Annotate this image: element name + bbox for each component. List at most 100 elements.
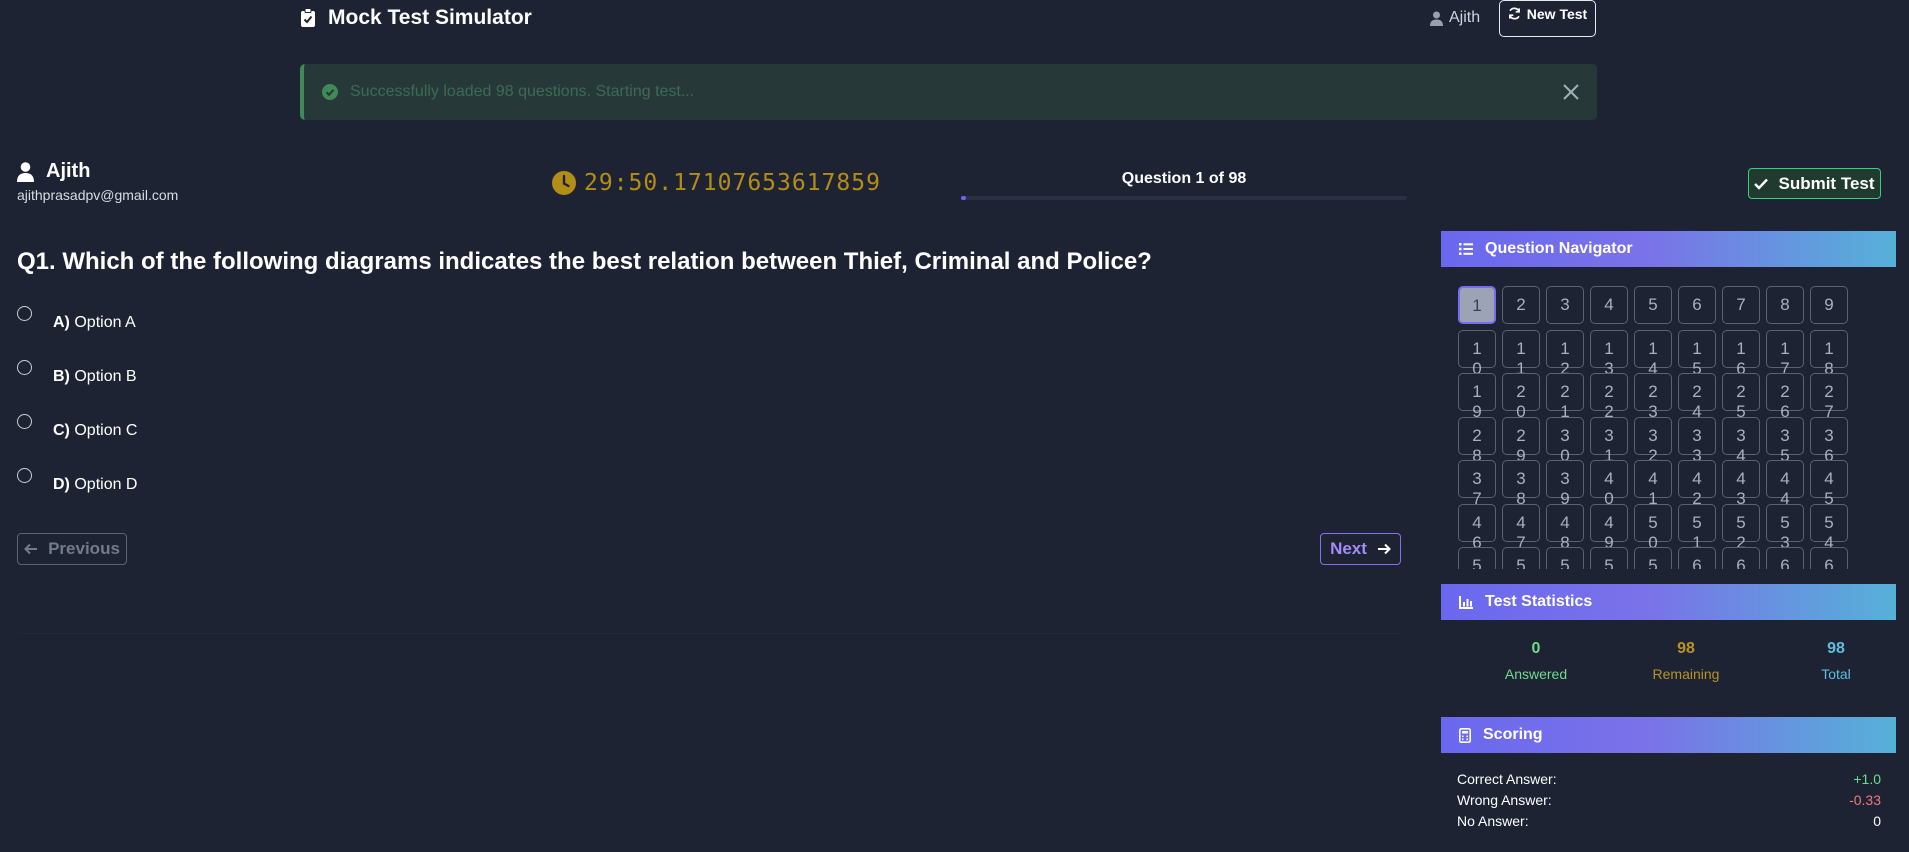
question-nav-button[interactable]: 15 bbox=[1678, 329, 1716, 378]
question-nav-button[interactable]: 21 bbox=[1546, 373, 1584, 421]
question-nav-button[interactable]: 51 bbox=[1678, 503, 1716, 552]
previous-button[interactable]: Previous bbox=[17, 533, 127, 565]
divider bbox=[17, 633, 1401, 634]
question-nav-button[interactable]: 23 bbox=[1634, 373, 1672, 421]
question-nav-button[interactable]: 25 bbox=[1722, 373, 1760, 421]
scoring-title: Scoring bbox=[1483, 726, 1543, 743]
submit-test-button[interactable]: Submit Test bbox=[1748, 168, 1881, 199]
question-nav-button[interactable]: 37 bbox=[1458, 460, 1496, 508]
option-item[interactable]: C) Option C bbox=[17, 408, 137, 462]
question-nav-button[interactable]: 47 bbox=[1502, 503, 1540, 552]
question-nav-button[interactable]: 61 bbox=[1722, 547, 1760, 569]
option-radio[interactable] bbox=[17, 360, 32, 375]
question-nav-button[interactable]: 2 bbox=[1502, 286, 1540, 324]
question-nav-button[interactable]: 29 bbox=[1502, 416, 1540, 465]
question-nav-button[interactable]: 45 bbox=[1810, 460, 1848, 508]
question-nav-button[interactable]: 11 bbox=[1502, 329, 1540, 378]
question-nav-number: 7 bbox=[1736, 295, 1746, 314]
stat-remaining: 98 Remaining bbox=[1611, 640, 1761, 682]
question-nav-button[interactable]: 56 bbox=[1502, 547, 1540, 569]
list-icon bbox=[1459, 243, 1473, 255]
question-nav-button[interactable]: 55 bbox=[1458, 547, 1496, 569]
user-name: Ajith bbox=[46, 160, 91, 182]
stat-value: 98 bbox=[1827, 640, 1845, 657]
close-icon[interactable] bbox=[1559, 80, 1583, 104]
question-nav-button[interactable]: 54 bbox=[1810, 503, 1848, 552]
question-nav-button[interactable]: 30 bbox=[1546, 416, 1584, 465]
scoring-label: No Answer: bbox=[1457, 813, 1529, 829]
question-nav-button[interactable]: 7 bbox=[1722, 286, 1760, 324]
question-nav-button[interactable]: 16 bbox=[1722, 329, 1760, 378]
question-nav-button[interactable]: 58 bbox=[1590, 547, 1628, 569]
question-nav-number: 62 bbox=[1780, 556, 1790, 569]
question-nav-button[interactable]: 43 bbox=[1722, 460, 1760, 508]
header-user: Ajith bbox=[1430, 9, 1480, 27]
question-nav-button[interactable]: 33 bbox=[1678, 416, 1716, 465]
new-test-button[interactable]: New Test bbox=[1499, 0, 1596, 37]
question-nav-button[interactable]: 42 bbox=[1678, 460, 1716, 508]
question-nav-button[interactable]: 9 bbox=[1810, 286, 1848, 324]
option-item[interactable]: B) Option B bbox=[17, 354, 137, 408]
question-nav-button[interactable]: 13 bbox=[1590, 329, 1628, 378]
question-nav-button[interactable]: 41 bbox=[1634, 460, 1672, 508]
question-nav-button[interactable]: 5 bbox=[1634, 286, 1672, 324]
question-nav-button[interactable]: 19 bbox=[1458, 373, 1496, 421]
option-radio[interactable] bbox=[17, 414, 32, 429]
question-nav-button[interactable]: 31 bbox=[1590, 416, 1628, 465]
question-nav-button[interactable]: 8 bbox=[1766, 286, 1804, 324]
option-radio[interactable] bbox=[17, 468, 32, 483]
question-nav-button[interactable]: 44 bbox=[1766, 460, 1804, 508]
brand: Mock Test Simulator bbox=[300, 6, 532, 30]
question-nav-button[interactable]: 57 bbox=[1546, 547, 1584, 569]
question-nav-number: 59 bbox=[1648, 556, 1658, 569]
question-nav-button[interactable]: 34 bbox=[1722, 416, 1760, 465]
option-radio[interactable] bbox=[17, 306, 32, 321]
next-button[interactable]: Next bbox=[1320, 533, 1401, 565]
timer: 29:50.17107653617859 bbox=[552, 170, 881, 196]
question-nav-button[interactable]: 14 bbox=[1634, 329, 1672, 378]
question-nav-button[interactable]: 27 bbox=[1810, 373, 1848, 421]
option-item[interactable]: D) Option D bbox=[17, 462, 137, 516]
question-nav-button[interactable]: 35 bbox=[1766, 416, 1804, 465]
question-nav-button[interactable]: 62 bbox=[1766, 547, 1804, 569]
question-nav-button[interactable]: 4 bbox=[1590, 286, 1628, 324]
question-nav-button[interactable]: 63 bbox=[1810, 547, 1848, 569]
question-nav-button[interactable]: 48 bbox=[1546, 503, 1584, 552]
question-nav-button[interactable]: 20 bbox=[1502, 373, 1540, 421]
question-nav-number: 61 bbox=[1736, 556, 1746, 569]
question-nav-button[interactable]: 26 bbox=[1766, 373, 1804, 421]
scoring-row: Correct Answer: +1.0 bbox=[1457, 771, 1881, 792]
question-nav-button[interactable]: 28 bbox=[1458, 416, 1496, 465]
question-nav-button[interactable]: 59 bbox=[1634, 547, 1672, 569]
question-nav-number: 4 bbox=[1604, 295, 1614, 314]
progress-fill bbox=[961, 196, 966, 200]
question-nav-button[interactable]: 17 bbox=[1766, 329, 1804, 378]
question-nav-button[interactable]: 1 bbox=[1458, 286, 1496, 324]
clipboard-check-icon bbox=[301, 8, 315, 27]
question-nav-number: 2 bbox=[1516, 295, 1526, 314]
option-item[interactable]: A) Option A bbox=[17, 300, 137, 354]
question-nav-button[interactable]: 40 bbox=[1590, 460, 1628, 508]
question-nav-button[interactable]: 49 bbox=[1590, 503, 1628, 552]
question-nav-button[interactable]: 38 bbox=[1502, 460, 1540, 508]
question-nav-button[interactable]: 46 bbox=[1458, 503, 1496, 552]
question-nav-button[interactable]: 50 bbox=[1634, 503, 1672, 552]
question-text: Q1. Which of the following diagrams indi… bbox=[17, 248, 1152, 275]
question-nav-button[interactable]: 39 bbox=[1546, 460, 1584, 508]
question-nav-button[interactable]: 18 bbox=[1810, 329, 1848, 378]
question-nav-button[interactable]: 60 bbox=[1678, 547, 1716, 569]
question-nav-button[interactable]: 10 bbox=[1458, 329, 1496, 378]
question-nav-button[interactable]: 24 bbox=[1678, 373, 1716, 421]
question-nav-button[interactable]: 6 bbox=[1678, 286, 1716, 324]
previous-label: Previous bbox=[48, 539, 120, 558]
question-nav-button[interactable]: 12 bbox=[1546, 329, 1584, 378]
question-nav-button[interactable]: 36 bbox=[1810, 416, 1848, 465]
question-nav-button[interactable]: 52 bbox=[1722, 503, 1760, 552]
alert-message: Successfully loaded 98 questions. Starti… bbox=[350, 83, 695, 100]
scoring-value: 0 bbox=[1873, 813, 1881, 829]
question-nav-button[interactable]: 32 bbox=[1634, 416, 1672, 465]
question-nav-button[interactable]: 3 bbox=[1546, 286, 1584, 324]
question-nav-button[interactable]: 22 bbox=[1590, 373, 1628, 421]
question-nav-button[interactable]: 53 bbox=[1766, 503, 1804, 552]
option-letter: A) bbox=[53, 314, 70, 331]
